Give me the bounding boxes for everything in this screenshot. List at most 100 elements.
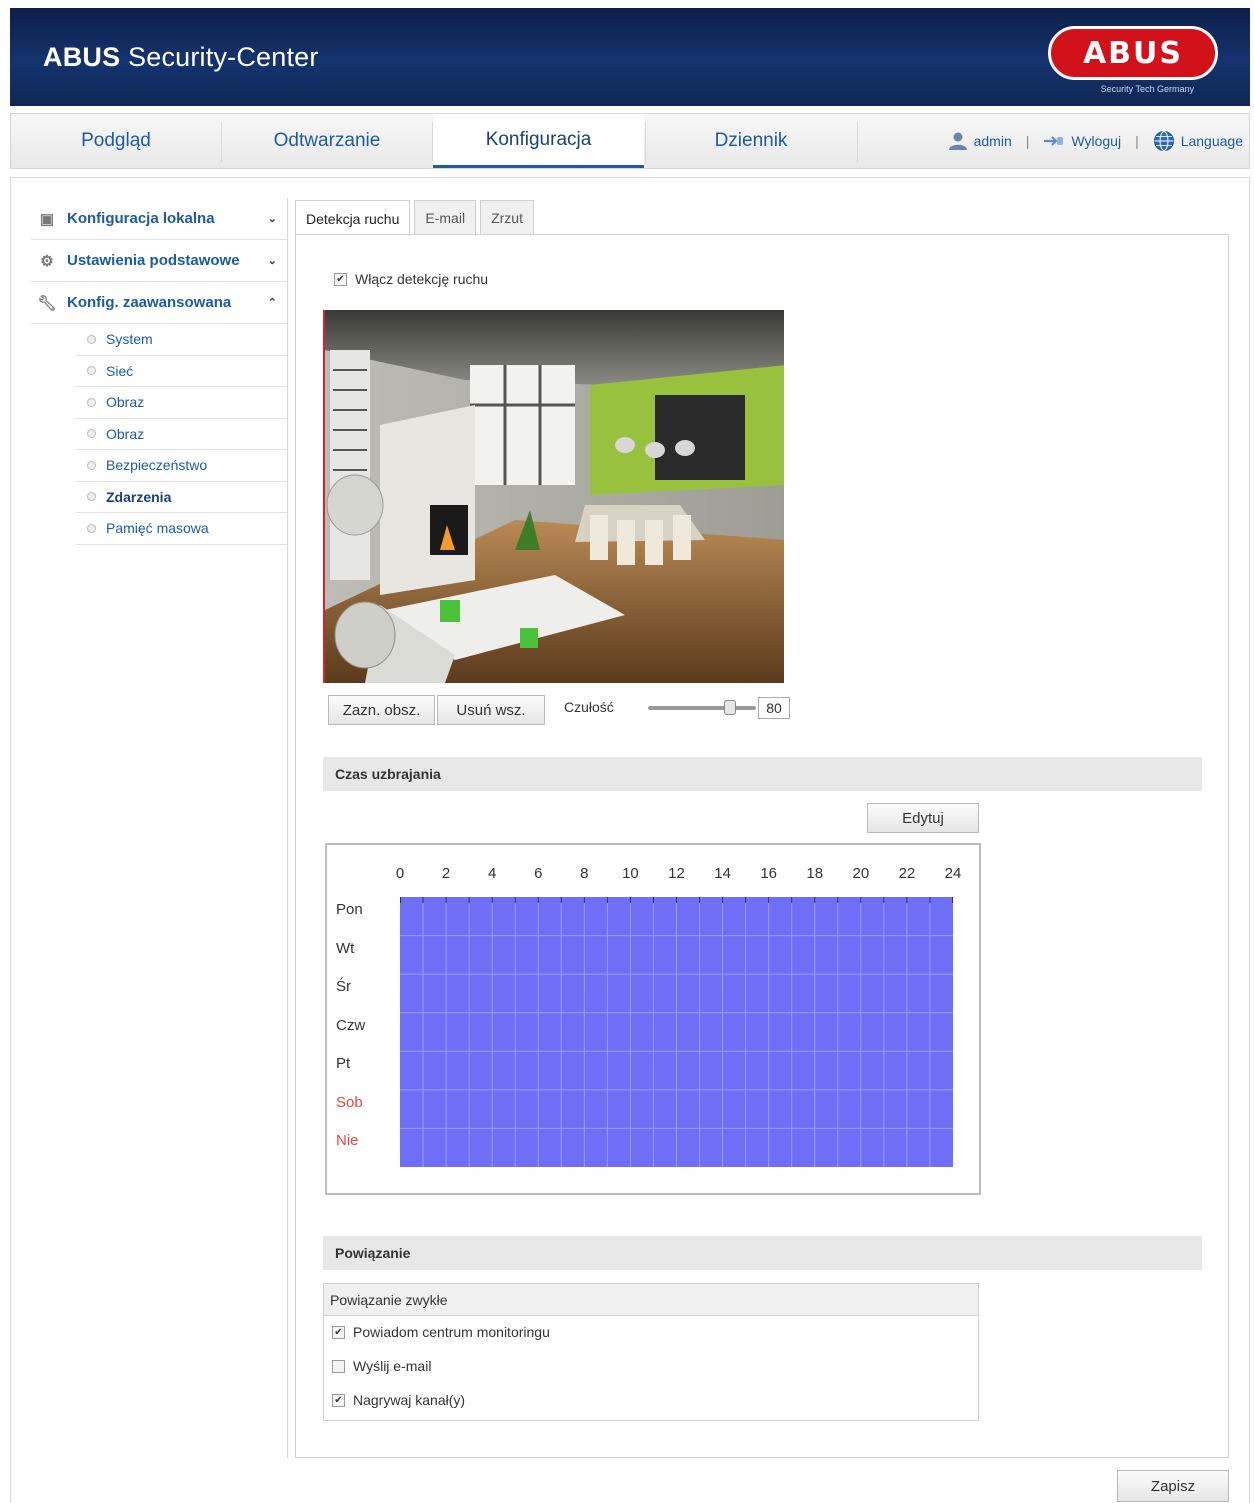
tab-dziennik[interactable]: Dziennik: [646, 114, 856, 168]
sidebar-item-siec[interactable]: Sieć: [76, 356, 287, 387]
day-label: Czw: [336, 1016, 366, 1034]
clear-all-button[interactable]: Usuń wsz.: [437, 695, 545, 725]
arming-schedule: 0 2 4 6 8 10 12 14 16 18 20 22 24 Pon Wt Śr Czw Pt Sob Nie: [325, 843, 981, 1195]
sensitivity-label: Czułość: [564, 699, 614, 715]
normal-linkage-title: Powiązanie zwykłe: [324, 1284, 978, 1316]
logout-icon: [1044, 136, 1064, 146]
sensitivity-value[interactable]: 80: [758, 697, 790, 719]
main-nav: Podgląd Odtwarzanie Konfiguracja Dzienni…: [10, 113, 1250, 169]
notify-monitoring-label: Powiadom centrum monitoringu: [353, 1324, 550, 1340]
enable-motion-label: Włącz detekcję ruchu: [355, 271, 489, 287]
tab-email[interactable]: E-mail: [414, 200, 477, 234]
sidebar-group-advanced-config[interactable]: 🔧︎ Konfig. zaawansowana ⌃: [31, 282, 287, 324]
logout-link[interactable]: Wyloguj: [1043, 133, 1121, 149]
camera-image: [325, 310, 784, 683]
bullet-icon: [87, 523, 96, 533]
tab-snapshot[interactable]: Zrzut: [480, 200, 534, 234]
tab-konfiguracja[interactable]: Konfiguracja: [433, 114, 644, 168]
globe-icon: [1153, 131, 1174, 151]
notify-monitoring-row: ✔ Powiadom centrum monitoringu: [332, 1324, 550, 1340]
bullet-icon: [87, 429, 96, 439]
day-label: Sob: [336, 1093, 363, 1111]
main-panel: ▣ Konfiguracja lokalna ⌄ ⚙ Ustawienia po…: [10, 177, 1250, 1503]
save-button[interactable]: Zapisz: [1117, 1470, 1229, 1502]
bullet-icon: [87, 460, 96, 470]
hour-label: 4: [487, 865, 497, 882]
slider-handle[interactable]: [724, 700, 736, 715]
language-menu[interactable]: Language: [1153, 130, 1243, 152]
bullet-icon: [87, 492, 96, 502]
content-area: Detekcja ruchu E-mail Zrzut ✔ Włącz dete…: [295, 200, 1229, 1458]
language-label: Language: [1180, 133, 1243, 149]
sidebar-item-label: Sieć: [106, 362, 134, 379]
tab-motion-detection[interactable]: Detekcja ruchu: [295, 200, 411, 236]
sidebar-item-label: Bezpieczeństwo: [106, 457, 208, 474]
sidebar-item-pamiec-masowa[interactable]: Pamięć masowa: [76, 513, 287, 545]
send-email-label: Wyślij e-mail: [353, 1358, 432, 1374]
bullet-icon: [87, 397, 96, 407]
sidebar-item-label: Obraz: [106, 394, 145, 411]
motion-detection-panel: ✔ Włącz detekcję ruchu Zazn. obsz. Usuń …: [295, 234, 1229, 1458]
sidebar-group-label: Ustawienia podstawowe: [67, 252, 240, 269]
day-label: Pt: [336, 1055, 351, 1073]
hour-label: 22: [898, 865, 916, 882]
camera-preview[interactable]: [323, 310, 784, 683]
abus-logo: ABUS: [1048, 26, 1218, 80]
logout-label: Wyloguj: [1071, 133, 1122, 149]
sidebar-item-obraz-2[interactable]: Obraz: [76, 419, 287, 450]
sidebar-item-bezpieczenstwo[interactable]: Bezpieczeństwo: [76, 450, 287, 482]
schedule-grid[interactable]: [400, 897, 953, 1167]
user-name: admin: [973, 133, 1012, 149]
enable-motion-row: ✔ Włącz detekcję ruchu: [334, 271, 488, 287]
notify-monitoring-checkbox[interactable]: ✔: [332, 1325, 345, 1339]
hour-label: 16: [760, 865, 777, 882]
gear-icon: ⚙: [40, 252, 54, 270]
hour-label: 18: [806, 865, 824, 882]
logo-tagline: Security Tech Germany: [1100, 84, 1194, 94]
sidebar-item-zdarzenia[interactable]: Zdarzenia: [76, 482, 287, 513]
hour-label: 0: [395, 865, 405, 882]
send-email-checkbox[interactable]: [332, 1359, 345, 1373]
tab-podglad[interactable]: Podgląd: [11, 114, 221, 168]
sidebar-item-obraz[interactable]: Obraz: [76, 387, 287, 419]
hour-label: 10: [622, 865, 639, 882]
hour-label: 20: [852, 865, 870, 882]
chevron-down-icon: ⌄: [267, 213, 277, 225]
normal-linkage-box: Powiązanie zwykłe ✔ Powiadom centrum mon…: [323, 1283, 979, 1421]
sidebar-item-label: Obraz: [106, 425, 145, 442]
sidebar-submenu: System Sieć Obraz Obraz Bezpieczeństwo Z…: [76, 324, 287, 545]
record-channel-row: ✔ Nagrywaj kanał(y): [332, 1392, 465, 1408]
send-email-row: Wyślij e-mail: [332, 1358, 431, 1374]
sidebar-item-label: System: [106, 331, 153, 348]
sidebar-item-label: Pamięć masowa: [106, 520, 209, 537]
arming-schedule-header: Czas uzbrajania: [323, 757, 1202, 791]
edit-schedule-button[interactable]: Edytuj: [867, 803, 979, 833]
linkage-header: Powiązanie: [323, 1236, 1202, 1270]
hour-label: 12: [668, 865, 685, 882]
sidebar-item-system[interactable]: System: [76, 324, 287, 356]
sensitivity-slider[interactable]: [648, 700, 756, 715]
divider: [287, 198, 288, 1458]
sidebar-group-label: Konfig. zaawansowana: [67, 294, 232, 311]
chevron-up-icon: ⌃: [267, 297, 277, 309]
user-icon: [948, 132, 967, 150]
day-label: Wt: [336, 939, 355, 957]
draw-area-button[interactable]: Zazn. obsz.: [328, 695, 435, 725]
user-menu[interactable]: admin: [948, 132, 1012, 150]
wrench-icon: 🔧︎: [37, 294, 57, 312]
hour-label: 8: [580, 865, 589, 882]
record-channel-checkbox[interactable]: ✔: [332, 1393, 345, 1407]
sidebar-item-label: Zdarzenia: [106, 488, 172, 505]
bullet-icon: [87, 366, 96, 376]
sidebar-group-local-config[interactable]: ▣ Konfiguracja lokalna ⌄: [31, 198, 287, 240]
tab-odtwarzanie[interactable]: Odtwarzanie: [222, 114, 432, 168]
app-header: ABUS Security-Center ABUS Security Tech …: [10, 8, 1250, 106]
enable-motion-checkbox[interactable]: ✔: [334, 272, 347, 286]
hour-label: 14: [714, 865, 731, 882]
day-label: Nie: [336, 1132, 359, 1150]
chevron-down-icon: ⌄: [267, 255, 277, 267]
day-label: Śr: [336, 978, 351, 996]
app-title: ABUS Security-Center: [43, 42, 319, 72]
user-area: admin | Wyloguj | Language: [948, 114, 1243, 168]
sidebar-group-basic-settings[interactable]: ⚙ Ustawienia podstawowe ⌄: [31, 240, 287, 282]
